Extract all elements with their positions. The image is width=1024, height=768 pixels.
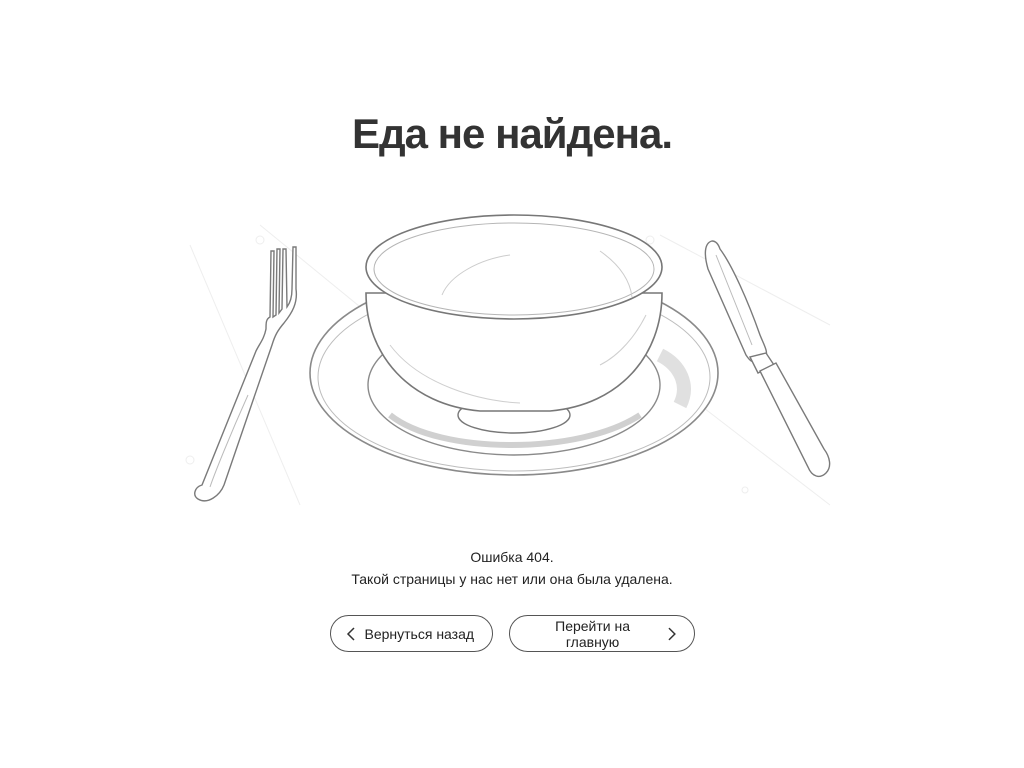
home-button[interactable]: Перейти на главную bbox=[508, 615, 695, 652]
error-code: Ошибка 404. bbox=[470, 549, 554, 565]
error-description: Такой страницы у нас нет или она была уд… bbox=[351, 571, 673, 587]
chevron-left-icon bbox=[346, 626, 355, 641]
empty-plate-illustration bbox=[180, 205, 840, 515]
not-found-page: Еда не найдена. Ошибка 404. Такой страни… bbox=[0, 0, 1024, 768]
home-button-label: Перейти на главную bbox=[555, 617, 631, 650]
chevron-right-icon bbox=[668, 627, 676, 640]
fork-icon bbox=[194, 246, 298, 502]
page-title: Еда не найдена. bbox=[351, 110, 673, 157]
error-actions: Вернуться назад Перейти на главную bbox=[0, 615, 1024, 652]
back-button[interactable]: Вернуться назад bbox=[329, 615, 493, 652]
knife-icon bbox=[704, 240, 831, 478]
back-button-label: Вернуться назад bbox=[364, 625, 475, 642]
error-message: Ошибка 404. Такой страницы у нас нет или… bbox=[0, 546, 1024, 590]
